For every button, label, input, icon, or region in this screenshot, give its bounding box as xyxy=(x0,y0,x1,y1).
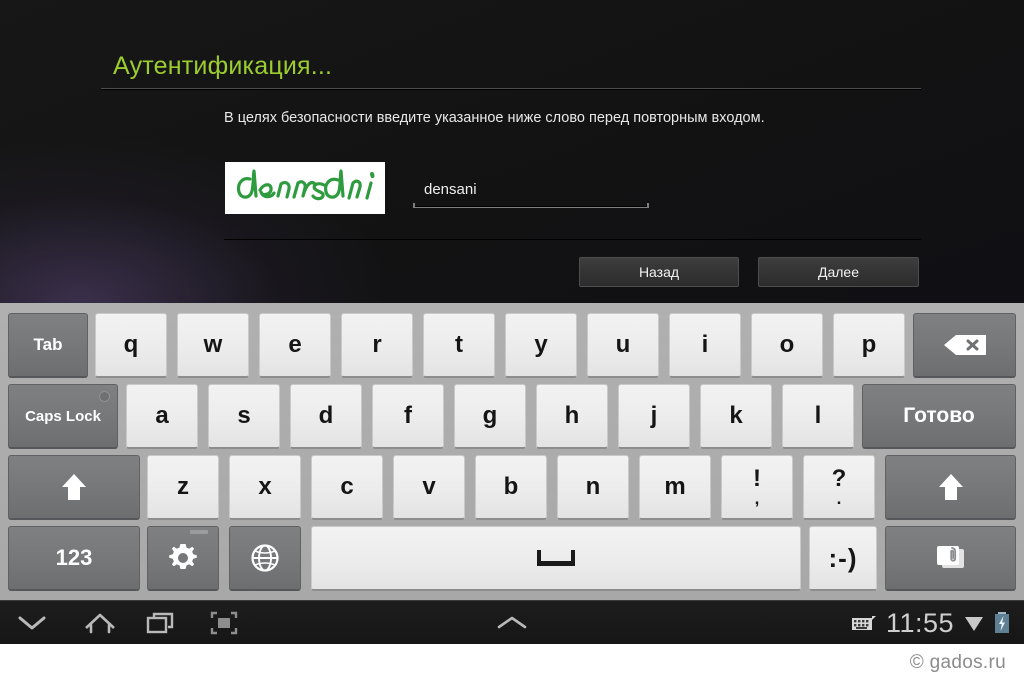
shift-up-icon xyxy=(62,474,86,500)
key-k[interactable]: k xyxy=(700,384,772,449)
key-x[interactable]: x xyxy=(229,455,301,520)
clock: 11:55 xyxy=(885,607,954,638)
key-caps-lock[interactable]: Caps Lock xyxy=(8,384,118,449)
form-divider xyxy=(224,239,921,240)
screenshot-icon xyxy=(210,611,238,635)
recents-icon xyxy=(146,612,174,634)
key-tab-label: Tab xyxy=(33,335,63,354)
hide-keyboard-button[interactable] xyxy=(0,601,64,645)
key-d[interactable]: d xyxy=(290,384,362,449)
app-content-area: Аутентификация... В целях безопасности в… xyxy=(0,0,1024,303)
key-caps-lock-label: Caps Lock xyxy=(25,407,101,425)
captcha-answer-value: densani xyxy=(424,181,477,198)
captcha-word-graphic xyxy=(236,169,375,201)
key-r[interactable]: r xyxy=(341,313,413,378)
gear-icon xyxy=(169,544,197,569)
battery-charging-icon xyxy=(995,612,1009,633)
space-icon xyxy=(537,550,575,566)
key-tab[interactable]: Tab xyxy=(8,313,88,378)
recents-button[interactable] xyxy=(130,601,194,645)
system-navigation-bar: 11:55 xyxy=(0,600,1024,644)
key-emoticon[interactable]: :-) xyxy=(809,526,877,591)
key-done[interactable]: Готово xyxy=(862,384,1016,449)
key-clipboard[interactable] xyxy=(885,526,1016,591)
screenshot-button[interactable] xyxy=(192,601,256,645)
key-f[interactable]: f xyxy=(372,384,444,449)
key-w[interactable]: w xyxy=(177,313,249,378)
expand-statusbar-button[interactable] xyxy=(480,601,544,645)
keyboard-icon xyxy=(851,616,876,630)
key-b[interactable]: b xyxy=(475,455,547,520)
key-j[interactable]: j xyxy=(618,384,690,449)
key-n[interactable]: n xyxy=(557,455,629,520)
captcha-image xyxy=(225,162,385,214)
keyboard-row-3: z x c v b n m ! , ? . xyxy=(0,453,1024,524)
key-q[interactable]: q xyxy=(95,313,167,378)
key-h[interactable]: h xyxy=(536,384,608,449)
on-screen-keyboard: Tab q w e r t y u i o p Caps Lock a s d … xyxy=(0,303,1024,600)
keyboard-row-2: Caps Lock a s d f g h j k l Готово xyxy=(0,382,1024,453)
key-l[interactable]: l xyxy=(782,384,854,449)
key-z[interactable]: z xyxy=(147,455,219,520)
key-e[interactable]: e xyxy=(259,313,331,378)
key-a[interactable]: a xyxy=(126,384,198,449)
key-m[interactable]: m xyxy=(639,455,711,520)
key-backspace[interactable] xyxy=(913,313,1016,378)
key-settings-popup-hint xyxy=(190,530,208,534)
wifi-icon xyxy=(965,617,983,631)
input-underline xyxy=(413,203,649,208)
key-exclam-comma[interactable]: ! , xyxy=(721,455,793,520)
key-period-label: . xyxy=(836,489,842,508)
status-bar[interactable]: 11:55 xyxy=(851,601,1024,645)
key-c[interactable]: c xyxy=(311,455,383,520)
key-language[interactable] xyxy=(229,526,301,591)
key-v[interactable]: v xyxy=(393,455,465,520)
key-shift-right[interactable] xyxy=(885,455,1016,520)
keyboard-row-1: Tab q w e r t y u i o p xyxy=(0,311,1024,382)
backspace-icon xyxy=(943,335,986,355)
home-button[interactable] xyxy=(68,601,132,645)
clipboard-icon xyxy=(936,546,964,568)
page-title: Аутентификация... xyxy=(113,52,333,80)
next-button[interactable]: Далее xyxy=(758,257,919,287)
key-u[interactable]: u xyxy=(587,313,659,378)
home-icon xyxy=(85,613,115,634)
keyboard-row-4: 123 :-) xyxy=(0,524,1024,595)
key-comma-label: , xyxy=(754,489,760,508)
key-numbers[interactable]: 123 xyxy=(8,526,140,591)
key-shift-left[interactable] xyxy=(8,455,140,520)
tablet-screenshot: Аутентификация... В целях безопасности в… xyxy=(0,0,1024,685)
title-divider xyxy=(101,88,921,90)
key-question-period[interactable]: ? . xyxy=(803,455,875,520)
globe-icon xyxy=(251,544,279,572)
key-s[interactable]: s xyxy=(208,384,280,449)
back-button[interactable]: Назад xyxy=(579,257,739,287)
key-y[interactable]: y xyxy=(505,313,577,378)
key-o[interactable]: o xyxy=(751,313,823,378)
key-g[interactable]: g xyxy=(454,384,526,449)
key-i[interactable]: i xyxy=(669,313,741,378)
shift-up-icon xyxy=(938,474,963,500)
key-space[interactable] xyxy=(311,526,801,591)
hide-keyboard-icon xyxy=(18,616,46,630)
captcha-answer-input[interactable]: densani xyxy=(413,178,649,208)
key-p[interactable]: p xyxy=(833,313,905,378)
caps-lock-led-icon xyxy=(99,391,110,402)
site-watermark: © gados.ru xyxy=(909,652,1006,673)
key-t[interactable]: t xyxy=(423,313,495,378)
instruction-text: В целях безопасности введите указанное н… xyxy=(224,110,765,126)
chevron-up-icon xyxy=(497,616,527,629)
key-settings[interactable] xyxy=(147,526,219,591)
